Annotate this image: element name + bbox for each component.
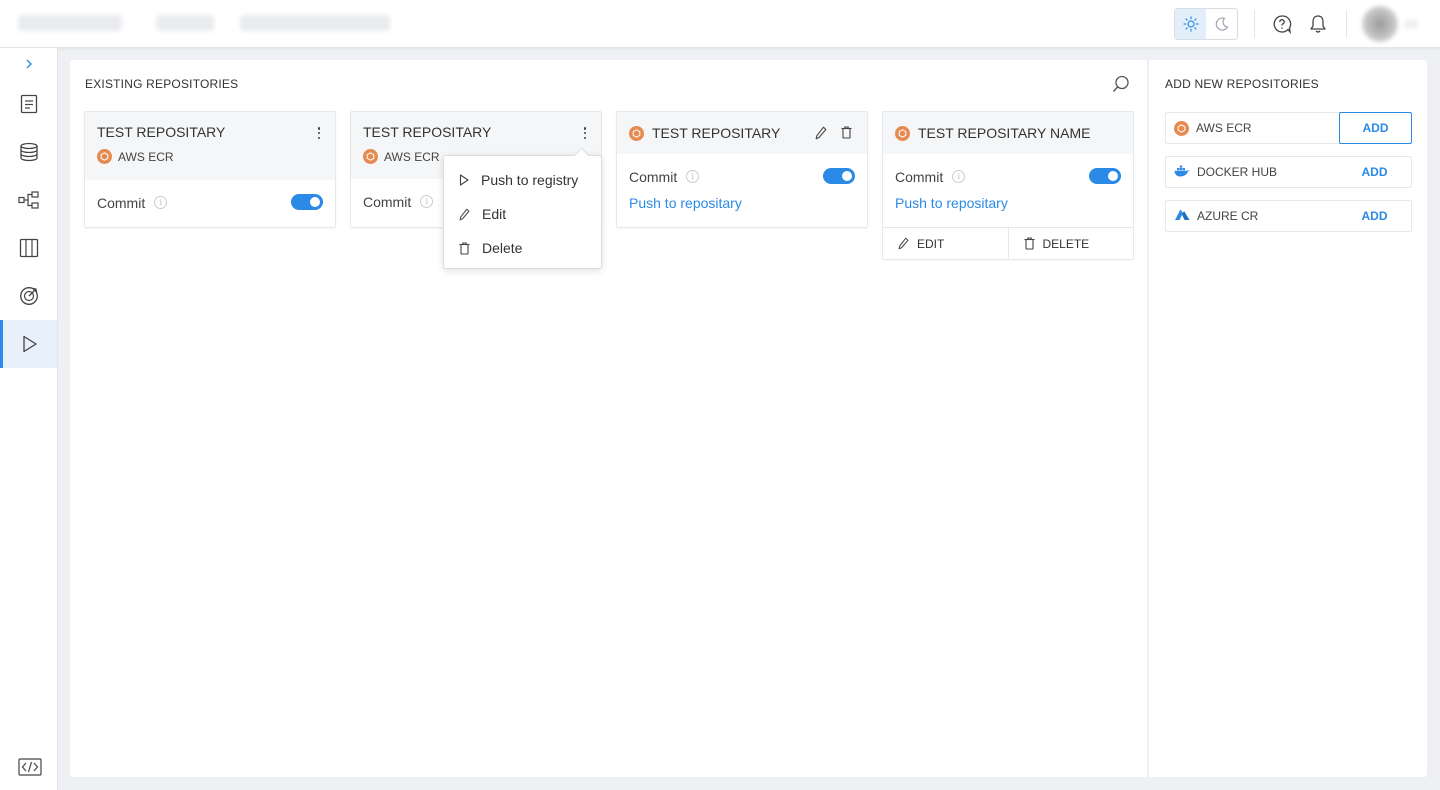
registry-option-aws-ecr: AWS ECR ADD	[1165, 112, 1412, 144]
menu-item-label: Push to registry	[481, 172, 579, 188]
sidebar-item-database[interactable]	[0, 128, 57, 176]
theme-toggle[interactable]	[1174, 8, 1238, 40]
help-icon[interactable]	[1270, 12, 1294, 36]
push-to-repository-link[interactable]: Push to repositary	[629, 195, 855, 211]
registry-label: AWS ECR	[118, 149, 174, 164]
nav-item-blurred[interactable]	[156, 15, 214, 31]
avatar[interactable]	[1362, 6, 1398, 42]
aws-icon	[895, 125, 910, 141]
card-body: Commit i	[85, 180, 335, 225]
card-header: TEST REPOSITARY NAME	[883, 112, 1133, 154]
pencil-icon	[898, 237, 909, 250]
existing-repositories-panel: EXISTING REPOSITORIES TEST REPOSITARY AW…	[70, 60, 1148, 777]
registry-label: AWS ECR	[384, 149, 440, 164]
section-title: EXISTING REPOSITORIES	[85, 77, 239, 91]
bell-icon[interactable]	[1306, 12, 1330, 36]
commit-label: Commit	[629, 168, 678, 185]
app-logo[interactable]	[18, 15, 122, 31]
pencil-icon[interactable]	[815, 126, 827, 145]
sidebar-item-runs[interactable]	[0, 320, 57, 368]
delete-button[interactable]: DELETE	[1007, 228, 1134, 259]
aws-icon	[363, 149, 378, 164]
docker-icon	[1174, 165, 1190, 180]
more-menu-icon[interactable]	[583, 127, 587, 139]
trash-icon	[459, 241, 470, 255]
commit-toggle[interactable]	[823, 168, 855, 184]
pencil-icon	[459, 208, 470, 220]
commit-label: Commit	[97, 194, 146, 211]
menu-item-delete[interactable]: Delete	[444, 231, 601, 265]
trash-icon[interactable]	[841, 126, 852, 144]
target-icon	[19, 287, 38, 305]
repository-card[interactable]: TEST REPOSITARY NAME Commit i Push to re…	[882, 111, 1134, 260]
menu-item-edit[interactable]: Edit	[444, 197, 601, 231]
add-repositories-panel: ADD NEW REPOSITORIES AWS ECR ADD DOCKER …	[1149, 60, 1427, 777]
search-icon[interactable]	[1110, 73, 1132, 95]
sidebar-item-columns[interactable]	[0, 224, 57, 272]
sun-icon[interactable]	[1175, 9, 1206, 39]
aws-icon	[97, 149, 112, 164]
commit-label: Commit	[895, 168, 944, 185]
menu-item-label: Delete	[482, 240, 523, 256]
card-title: TEST REPOSITARY	[363, 124, 492, 140]
repository-card[interactable]: TEST REPOSITARY AWS ECR Commit i	[84, 111, 336, 228]
add-button[interactable]: ADD	[1339, 112, 1412, 144]
document-icon	[20, 94, 37, 114]
commit-toggle[interactable]	[1089, 168, 1121, 184]
moon-icon[interactable]	[1206, 9, 1237, 39]
edit-label: EDIT	[917, 236, 945, 251]
trash-icon	[1024, 237, 1034, 250]
info-icon[interactable]: i	[420, 195, 434, 208]
delete-label: DELETE	[1042, 236, 1090, 251]
registry-option-azure-cr: AZURE CR ADD	[1165, 200, 1412, 232]
sidebar-item-targets[interactable]	[0, 272, 57, 320]
chevron-right-icon[interactable]	[19, 54, 39, 74]
database-icon	[19, 142, 38, 162]
registry-label: DOCKER HUB	[1197, 165, 1278, 179]
play-icon	[23, 335, 37, 353]
section-title: ADD NEW REPOSITORIES	[1165, 77, 1319, 91]
info-icon[interactable]: i	[154, 196, 168, 209]
registry-label: AZURE CR	[1197, 209, 1259, 223]
commit-label: Commit	[363, 193, 412, 210]
divider	[1346, 10, 1347, 38]
registry-label: AWS ECR	[1196, 121, 1252, 135]
aws-icon	[629, 125, 644, 141]
sidebar	[0, 48, 58, 790]
top-bar	[0, 0, 1440, 48]
add-button[interactable]: ADD	[1338, 156, 1411, 188]
info-icon[interactable]: i	[686, 170, 700, 183]
columns-icon	[19, 238, 38, 258]
more-menu-icon[interactable]	[317, 127, 321, 139]
menu-item-label: Edit	[482, 206, 507, 222]
card-body: Commit i Push to repositary	[883, 154, 1133, 227]
registry-option-docker-hub: DOCKER HUB ADD	[1165, 156, 1412, 188]
card-body: Commit i Push to repositary	[617, 154, 867, 223]
card-header: TEST REPOSITARY AWS ECR	[85, 112, 335, 180]
card-title: TEST REPOSITARY	[97, 124, 226, 140]
pipeline-icon	[17, 191, 39, 209]
aws-icon	[1174, 120, 1189, 136]
card-title: TEST REPOSITARY	[652, 125, 781, 141]
menu-item-push-to-registry[interactable]: Push to registry	[444, 163, 601, 197]
sidebar-item-pipelines[interactable]	[0, 176, 57, 224]
push-to-repository-link[interactable]: Push to repositary	[895, 195, 1121, 211]
card-actions: EDIT DELETE	[883, 227, 1133, 259]
edit-button[interactable]: EDIT	[883, 228, 1008, 259]
repository-card[interactable]: TEST REPOSITARY Commit i Push to reposit…	[616, 111, 868, 228]
info-icon[interactable]: i	[952, 170, 966, 183]
code-icon[interactable]	[18, 757, 42, 777]
card-title: TEST REPOSITARY NAME	[918, 125, 1091, 141]
nav-item-blurred[interactable]	[240, 15, 390, 31]
azure-icon	[1174, 209, 1190, 224]
divider	[1254, 10, 1255, 38]
sidebar-item-documents[interactable]	[0, 80, 57, 128]
play-icon	[459, 174, 469, 186]
card-registry: AWS ECR	[97, 149, 323, 164]
card-header: TEST REPOSITARY	[617, 112, 867, 154]
commit-toggle[interactable]	[291, 194, 323, 210]
card-context-menu: Push to registry Edit Delete	[443, 155, 602, 269]
chevron-down-icon[interactable]	[1404, 20, 1418, 28]
add-button[interactable]: ADD	[1338, 200, 1411, 232]
